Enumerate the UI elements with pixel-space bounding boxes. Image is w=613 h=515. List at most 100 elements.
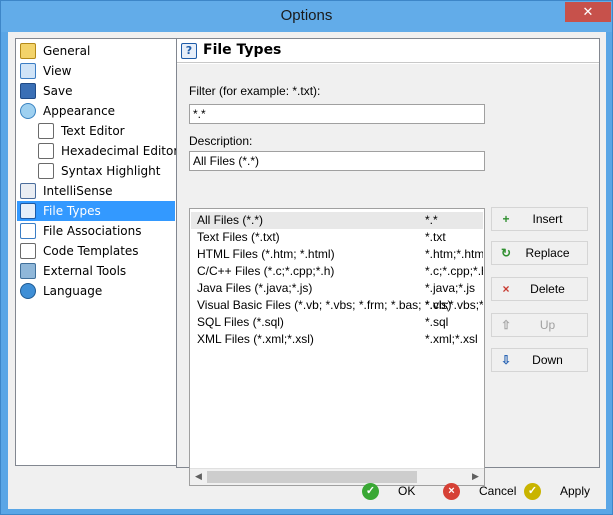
window-title: Options [280,7,333,24]
file-types-icon [20,203,36,219]
replace-button[interactable]: ↻ Replace [491,241,588,265]
list-item-extension: *.txt [425,230,446,244]
save-icon [20,83,36,99]
sidebar-item-file-types[interactable]: File Types [17,201,175,221]
sidebar-item-label: Syntax Highlight [61,164,161,178]
sidebar-item-external-tools[interactable]: External Tools [20,261,174,281]
list-item[interactable]: SQL Files (*.sql) *.sql [191,314,483,331]
sidebar-item-code-templates[interactable]: Code Templates [20,241,174,261]
view-icon [20,63,36,79]
appearance-icon [20,103,36,119]
sidebar-item-label: External Tools [43,264,127,278]
panel-content: Filter (for example: *.txt): *.* Descrip… [177,64,599,486]
up-button[interactable]: ⇧ Up [491,313,588,337]
panel-header: ? File Types [177,39,599,63]
file-assoc-icon [20,223,36,239]
external-tools-icon [20,263,36,279]
sidebar-item-appearance[interactable]: Appearance [20,101,174,121]
text-editor-icon [38,123,54,139]
sidebar-item-label: Text Editor [61,124,125,138]
sidebar-item-label: Hexadecimal Editor [61,144,179,158]
title-bar[interactable]: Options ✕ [1,1,612,32]
sidebar-item-label: Code Templates [43,244,139,258]
cancel-label: Cancel [479,484,517,498]
sidebar-item-label: General [43,44,91,58]
ok-label: OK [398,484,416,498]
sidebar-item-label: Language [43,284,103,298]
list-item[interactable]: C/C++ Files (*.c;*.cpp;*.h) *.c;*.cpp;*.… [191,263,483,280]
general-icon [20,43,36,59]
insert-button[interactable]: + Insert [491,207,588,231]
options-window: Options ✕ General View Save Appearance T… [0,0,613,515]
intellisense-icon [20,183,36,199]
ok-button[interactable]: ✓ OK [362,479,422,503]
list-item-extension: *.java;*.js [425,281,476,295]
replace-label: Replace [525,246,570,260]
sidebar-item-general[interactable]: General [20,41,174,61]
sidebar-item-language[interactable]: Language [20,281,174,301]
syntax-icon [38,163,54,179]
panel-title: File Types [203,42,282,58]
list-item-description: Java Files (*.java;*.js) [197,281,313,295]
list-item[interactable]: All Files (*.*) *.* [191,212,483,229]
sidebar-item-label: File Associations [43,224,142,238]
filter-field[interactable]: *.* [189,104,485,124]
up-label: Up [539,318,556,332]
list-item[interactable]: Text Files (*.txt) *.txt [191,229,483,246]
list-item-extension: *.vb;*.vbs;*.frm [425,298,483,312]
hex-editor-icon [38,143,54,159]
horizontal-scrollbar[interactable]: ◀ ▶ [190,468,484,485]
list-item-description: HTML Files (*.htm; *.html) [197,247,335,261]
cancel-button[interactable]: × Cancel [443,479,517,503]
list-item-description: C/C++ Files (*.c;*.cpp;*.h) [197,264,335,278]
sidebar-item-label: Appearance [43,104,116,118]
list-item[interactable]: Visual Basic Files (*.vb; *.vbs; *.frm; … [191,297,483,314]
sidebar-item-file-associations[interactable]: File Associations [20,221,174,241]
code-templates-icon [20,243,36,259]
sidebar-item-text-editor[interactable]: Text Editor [38,121,174,141]
cancel-icon: × [443,483,460,500]
list-item-description: All Files (*.*) [197,213,264,227]
list-item-description: XML Files (*.xml;*.xsl) [197,332,314,346]
list-item-extension: *.c;*.cpp;*.h [425,264,483,278]
list-item-extension: *.* [425,213,438,227]
checkmark-icon: ✓ [362,483,379,500]
sidebar-item-label: Save [43,84,73,98]
insert-label: Insert [532,212,563,226]
scroll-left-icon[interactable]: ◀ [190,469,207,485]
file-types-panel: ? File Types Filter (for example: *.txt)… [176,38,600,486]
list-item-description: SQL Files (*.sql) [197,315,284,329]
sidebar-item-view[interactable]: View [20,61,174,81]
delete-button[interactable]: × Delete [491,277,588,301]
filter-label: Filter (for example: *.txt): [189,84,321,98]
delete-label: Delete [530,282,565,296]
list-item-extension: *.sql [425,315,449,329]
sidebar-item-label: View [43,64,72,78]
sidebar-item-save[interactable]: Save [20,81,174,101]
apply-button[interactable]: ✓ Apply [524,479,594,503]
language-icon [20,283,36,299]
file-types-list[interactable]: All Files (*.*) *.* Text Files (*.txt) *… [189,208,485,486]
description-label: Description: [189,134,253,148]
list-item[interactable]: HTML Files (*.htm; *.html) *.htm;*.html [191,246,483,263]
list-item-extension: *.xml;*.xsl [425,332,478,346]
list-item-extension: *.htm;*.html [425,247,483,261]
list-item[interactable]: Java Files (*.java;*.js) *.java;*.js [191,280,483,297]
list-item-description: Visual Basic Files (*.vb; *.vbs; *.frm; … [197,298,452,312]
sidebar-item-label: File Types [40,201,104,221]
sidebar-item-label: IntelliSense [43,184,113,198]
options-category-tree[interactable]: General View Save Appearance Text Editor… [15,38,178,466]
sidebar-item-intellisense[interactable]: IntelliSense [20,181,174,201]
list-item[interactable]: XML Files (*.xml;*.xsl) *.xml;*.xsl [191,331,483,348]
down-label: Down [532,353,563,367]
dialog-body: General View Save Appearance Text Editor… [8,32,606,509]
close-button[interactable]: ✕ [565,2,611,22]
apply-checkmark-icon: ✓ [524,483,541,500]
list-item-description: Text Files (*.txt) [197,230,280,244]
help-icon: ? [181,43,197,59]
apply-label: Apply [560,484,591,498]
sidebar-item-hexadecimal-editor[interactable]: Hexadecimal Editor [38,141,178,161]
sidebar-item-syntax-highlight[interactable]: Syntax Highlight [38,161,174,181]
down-button[interactable]: ⇩ Down [491,348,588,372]
description-field[interactable]: All Files (*.*) [189,151,485,171]
